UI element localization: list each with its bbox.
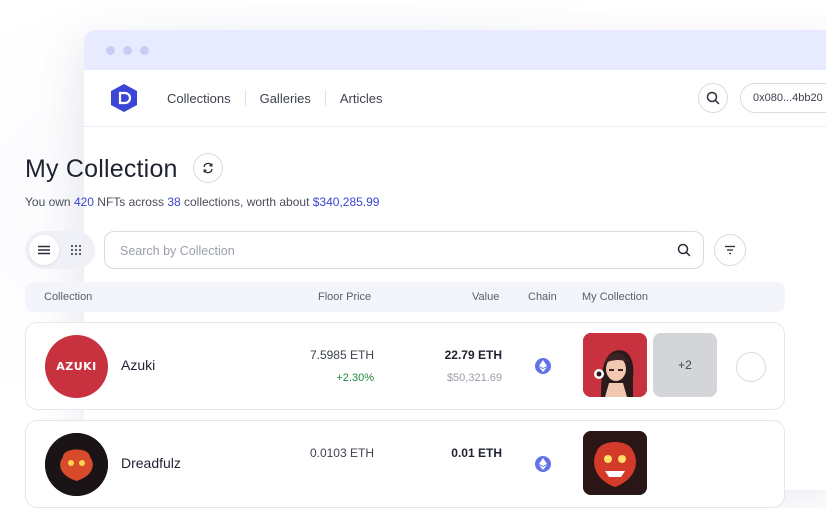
ethereum-icon [535, 358, 551, 374]
grid-view-button[interactable] [61, 235, 91, 265]
top-navbar: Collections Galleries Articles 0x080...4… [84, 70, 826, 127]
collection-value-usd: $50,321.69 [446, 372, 502, 384]
filter-button[interactable] [714, 234, 746, 266]
refresh-button[interactable] [193, 153, 223, 183]
table-header: Collection Floor Price Value Chain My Co… [25, 282, 785, 312]
wallet-address-button[interactable]: 0x080...4bb20 [740, 83, 826, 113]
nav-link-articles[interactable]: Articles [326, 91, 397, 106]
column-header-value[interactable]: Value [472, 291, 499, 303]
collection-name[interactable]: Dreadfulz [121, 455, 181, 471]
ethereum-icon [535, 456, 551, 472]
collection-search-input[interactable] [105, 232, 682, 270]
global-search-button[interactable] [698, 83, 728, 113]
summary-text: NFTs across [93, 195, 168, 209]
collection-search [104, 231, 704, 270]
azuki-logo: AZUKI [56, 360, 97, 373]
refresh-icon [203, 162, 213, 174]
collection-avatar: AZUKI [45, 335, 108, 398]
nft-thumbnail[interactable] [583, 333, 647, 397]
collection-name[interactable]: Azuki [121, 357, 155, 373]
search-icon[interactable] [677, 243, 691, 257]
more-nfts-tile[interactable]: +2 [653, 333, 717, 397]
collection-value: 0.01 ETH [451, 446, 502, 460]
nft-thumbnail[interactable] [583, 431, 647, 495]
collection-value: 22.79 ETH [444, 348, 502, 362]
list-view-button[interactable] [29, 235, 59, 265]
column-header-chain: Chain [528, 291, 557, 303]
row-action-button[interactable] [736, 352, 766, 382]
total-worth: $340,285.99 [312, 195, 380, 209]
list-icon [38, 245, 50, 255]
search-icon [706, 91, 720, 105]
nft-count: 420 [73, 195, 94, 209]
collection-avatar [45, 433, 108, 496]
app-logo[interactable] [110, 83, 138, 113]
grid-icon [70, 244, 82, 256]
nav-links: Collections Galleries Articles [167, 70, 397, 126]
window-dot [106, 45, 115, 55]
table-row[interactable]: Dreadfulz 0.0103 ETH 0.01 ETH [25, 420, 785, 508]
column-header-collection[interactable]: Collection [44, 291, 92, 303]
nav-link-galleries[interactable]: Galleries [246, 91, 325, 106]
column-header-my-collection: My Collection [582, 291, 649, 303]
window-titlebar [84, 30, 826, 70]
page-title: My Collection [25, 155, 178, 183]
window-dot [123, 45, 132, 55]
table-row[interactable]: AZUKI Azuki 7.5985 ETH +2.30% 22.79 ETH … [25, 322, 785, 410]
view-toggle [25, 231, 95, 269]
filter-icon [725, 245, 735, 255]
window-dot [140, 45, 149, 55]
floor-price: 7.5985 ETH [309, 348, 374, 362]
column-header-floor-price[interactable]: Floor Price [318, 291, 371, 303]
floor-price-change: +2.30% [336, 372, 374, 384]
summary-text: collections, worth about [180, 195, 313, 209]
nav-link-collections[interactable]: Collections [167, 91, 245, 106]
collection-count: 38 [167, 195, 181, 209]
collection-summary: You own 420 NFTs across 38 collections, … [25, 195, 379, 209]
summary-text: You own [25, 195, 74, 209]
floor-price: 0.0103 ETH [309, 446, 374, 460]
